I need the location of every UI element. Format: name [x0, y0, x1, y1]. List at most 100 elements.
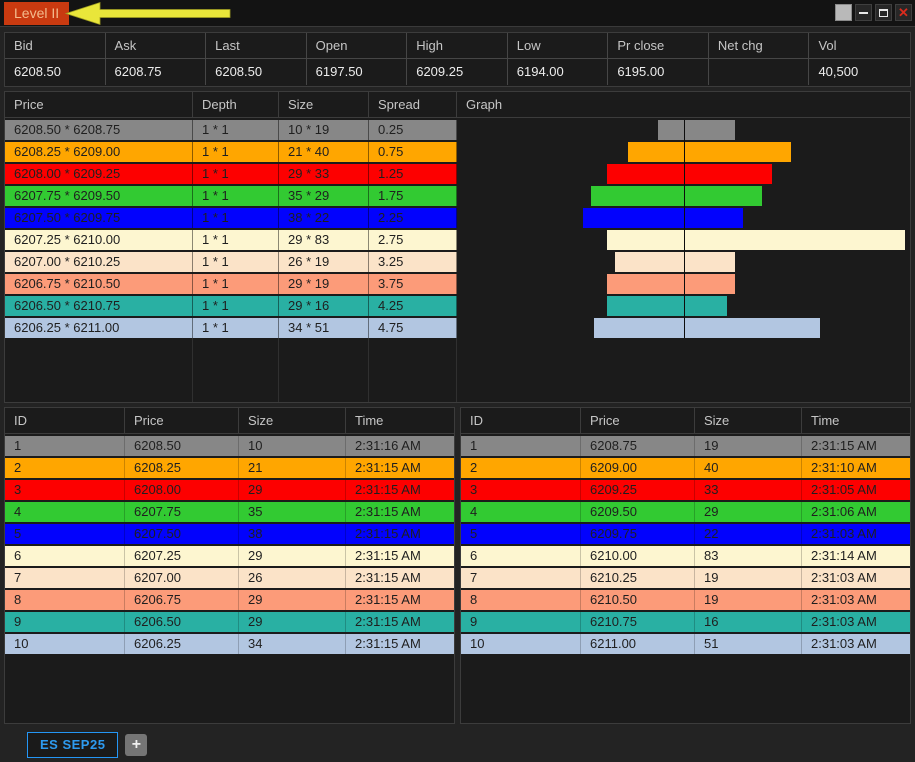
size-cell: 29 * 83 — [279, 230, 369, 250]
tab-es-sep25[interactable]: ES SEP25 — [27, 732, 118, 758]
time-cell: 2:31:15 AM — [346, 458, 454, 478]
restore-button[interactable] — [875, 4, 892, 21]
size-cell: 38 * 22 — [279, 208, 369, 228]
bid-row[interactable]: 66207.25292:31:15 AM — [5, 546, 454, 566]
depth-row[interactable]: 6208.50 * 6208.751 * 110 * 190.25 — [5, 120, 910, 140]
asks-header-row: IDPriceSizeTime — [461, 408, 910, 434]
ask-row[interactable]: 56209.75222:31:03 AM — [461, 524, 910, 544]
depth-row[interactable]: 6208.00 * 6209.251 * 129 * 331.25 — [5, 164, 910, 184]
depth-row[interactable]: 6207.75 * 6209.501 * 135 * 291.75 — [5, 186, 910, 206]
price-cell: 6207.75 — [125, 502, 239, 522]
spread-cell: 4.75 — [369, 318, 457, 338]
depth-row[interactable]: 6206.50 * 6210.751 * 129 * 164.25 — [5, 296, 910, 316]
quote-header-net-chg: Net chg — [709, 33, 810, 58]
depth-row[interactable]: 6207.50 * 6209.751 * 138 * 222.25 — [5, 208, 910, 228]
add-tab-button[interactable]: + — [125, 734, 147, 756]
close-button[interactable]: ✕ — [895, 4, 912, 21]
ask-row[interactable]: 26209.00402:31:10 AM — [461, 458, 910, 478]
restore-icon — [879, 9, 888, 17]
depth-panel: PriceDepthSizeSpreadGraph 6208.50 * 6208… — [4, 91, 911, 403]
size-cell: 29 * 19 — [279, 274, 369, 294]
depth-row[interactable]: 6208.25 * 6209.001 * 121 * 400.75 — [5, 142, 910, 162]
bid-row[interactable]: 96206.50292:31:15 AM — [5, 612, 454, 632]
quote-header-pr-close: Pr close — [608, 33, 709, 58]
bids-header-row: IDPriceSizeTime — [5, 408, 454, 434]
minimize-button[interactable] — [855, 4, 872, 21]
ask-row[interactable]: 86210.50192:31:03 AM — [461, 590, 910, 610]
depth-row[interactable]: 6206.25 * 6211.001 * 134 * 514.75 — [5, 318, 910, 338]
ask-row[interactable]: 66210.00832:31:14 AM — [461, 546, 910, 566]
size-cell: 29 — [239, 546, 346, 566]
price-cell: 6208.50 * 6208.75 — [5, 120, 193, 140]
depth-header-price: Price — [5, 92, 193, 117]
ask-row[interactable]: 46209.50292:31:06 AM — [461, 502, 910, 522]
bid-row[interactable]: 26208.25212:31:15 AM — [5, 458, 454, 478]
size-cell: 19 — [695, 568, 802, 588]
depth-empty-cell — [193, 338, 279, 402]
minimize-icon — [859, 12, 868, 14]
window-content: BidAskLastOpenHighLowPr closeNet chgVol … — [0, 27, 915, 728]
price-cell: 6206.50 * 6210.75 — [5, 296, 193, 316]
id-cell: 9 — [461, 612, 581, 632]
bid-row[interactable]: 106206.25342:31:15 AM — [5, 634, 454, 654]
bid-bar — [607, 296, 684, 316]
bids-table: IDPriceSizeTime 16208.50102:31:16 AM2620… — [4, 407, 455, 724]
quote-value-bid: 6208.50 — [5, 59, 106, 85]
bid-row[interactable]: 56207.50382:31:15 AM — [5, 524, 454, 544]
price-cell: 6209.25 — [581, 480, 695, 500]
blank-button[interactable] — [835, 4, 852, 21]
depth-empty-cell — [369, 338, 457, 402]
quote-value-high: 6209.25 — [407, 59, 508, 85]
time-cell: 2:31:06 AM — [802, 502, 910, 522]
ask-bar — [685, 252, 735, 272]
bid-row[interactable]: 86206.75292:31:15 AM — [5, 590, 454, 610]
ask-row[interactable]: 36209.25332:31:05 AM — [461, 480, 910, 500]
ask-row[interactable]: 16208.75192:31:15 AM — [461, 436, 910, 456]
time-cell: 2:31:03 AM — [802, 612, 910, 632]
bid-row[interactable]: 16208.50102:31:16 AM — [5, 436, 454, 456]
time-cell: 2:31:15 AM — [346, 524, 454, 544]
size-cell: 26 — [239, 568, 346, 588]
title-bar[interactable]: Level II ✕ — [0, 0, 915, 27]
depth-row[interactable]: 6207.25 * 6210.001 * 129 * 832.75 — [5, 230, 910, 250]
ask-row[interactable]: 96210.75162:31:03 AM — [461, 612, 910, 632]
bid-row[interactable]: 36208.00292:31:15 AM — [5, 480, 454, 500]
price-cell: 6208.25 * 6209.00 — [5, 142, 193, 162]
close-icon: ✕ — [898, 6, 909, 19]
time-cell: 2:31:03 AM — [802, 590, 910, 610]
bid-row[interactable]: 46207.75352:31:15 AM — [5, 502, 454, 522]
ask-bar — [685, 296, 727, 316]
id-cell: 10 — [5, 634, 125, 654]
size-cell: 19 — [695, 436, 802, 456]
id-cell: 4 — [5, 502, 125, 522]
depth-header-depth: Depth — [193, 92, 279, 117]
depth-cell: 1 * 1 — [193, 318, 279, 338]
id-cell: 7 — [461, 568, 581, 588]
bid-row[interactable]: 76207.00262:31:15 AM — [5, 568, 454, 588]
depth-row[interactable]: 6207.00 * 6210.251 * 126 * 193.25 — [5, 252, 910, 272]
depth-cell: 1 * 1 — [193, 186, 279, 206]
bid-bar — [628, 142, 684, 162]
ask-bar — [685, 164, 772, 184]
annotation-arrow-icon — [64, 1, 236, 26]
ask-header-price: Price — [581, 408, 695, 433]
id-cell: 6 — [5, 546, 125, 566]
spread-cell: 3.75 — [369, 274, 457, 294]
quote-header-row: BidAskLastOpenHighLowPr closeNet chgVol — [5, 33, 910, 59]
spread-cell: 2.25 — [369, 208, 457, 228]
size-cell: 34 * 51 — [279, 318, 369, 338]
size-cell: 83 — [695, 546, 802, 566]
id-cell: 4 — [461, 502, 581, 522]
quote-header-low: Low — [508, 33, 609, 58]
ask-row[interactable]: 106211.00512:31:03 AM — [461, 634, 910, 654]
ask-row[interactable]: 76210.25192:31:03 AM — [461, 568, 910, 588]
price-cell: 6210.00 — [581, 546, 695, 566]
depth-row[interactable]: 6206.75 * 6210.501 * 129 * 193.75 — [5, 274, 910, 294]
time-cell: 2:31:15 AM — [346, 568, 454, 588]
depth-cell: 1 * 1 — [193, 120, 279, 140]
quote-header-vol: Vol — [809, 33, 910, 58]
spread-cell: 0.75 — [369, 142, 457, 162]
size-cell: 10 — [239, 436, 346, 456]
quote-header-open: Open — [307, 33, 408, 58]
price-cell: 6207.50 * 6209.75 — [5, 208, 193, 228]
